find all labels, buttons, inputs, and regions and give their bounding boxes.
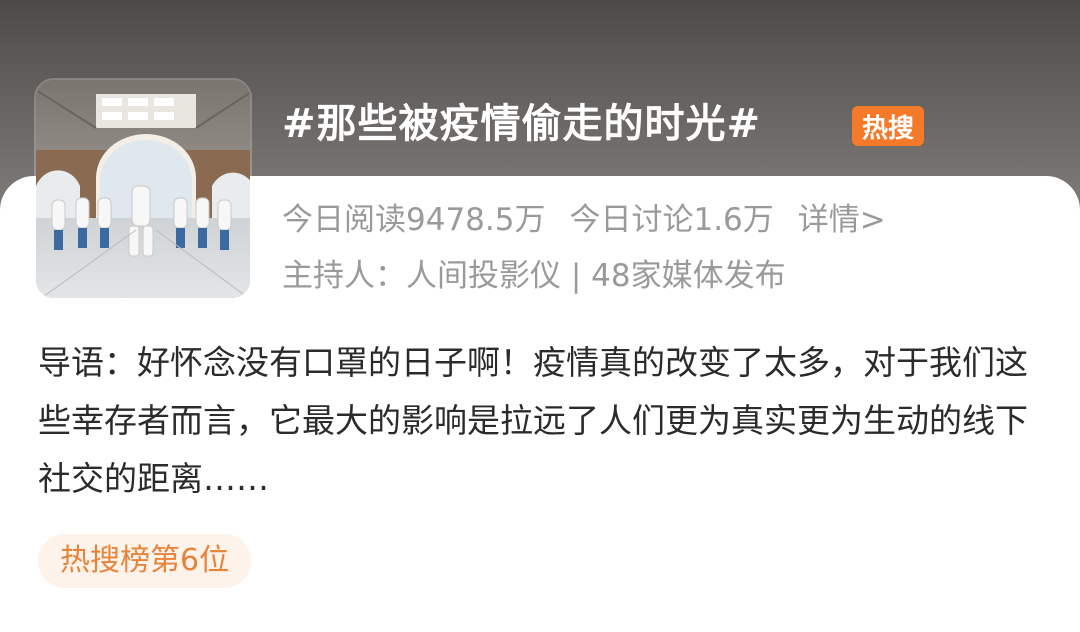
hot-search-badge: 热搜 <box>852 106 924 146</box>
today-reads: 今日阅读9478.5万 <box>282 202 546 238</box>
topic-stats: 今日阅读9478.5万 今日讨论1.6万 详情> <box>282 198 886 242</box>
topic-title: #那些被疫情偷走的时光# <box>282 101 762 147</box>
details-link[interactable]: 详情> <box>798 198 886 242</box>
host-info[interactable]: 主持人：人间投影仪 | 48家媒体发布 <box>282 254 786 298</box>
station-photo <box>36 80 250 298</box>
today-discussions: 今日讨论1.6万 <box>569 202 774 238</box>
topic-thumbnail-image[interactable] <box>34 78 252 300</box>
topic-intro: 导语：好怀念没有口罩的日子啊！疫情真的改变了太多，对于我们这些幸存者而言，它最大… <box>38 343 1028 498</box>
hot-search-rank-chip[interactable]: 热搜榜第6位 <box>38 534 252 588</box>
